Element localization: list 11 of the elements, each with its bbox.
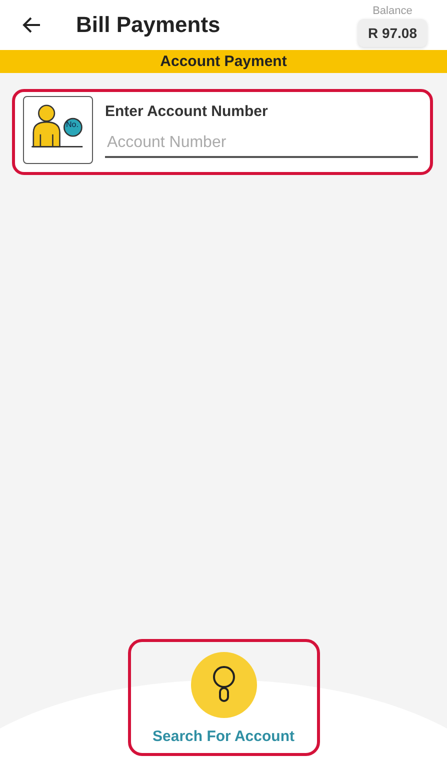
search-account-button[interactable]: Search For Account bbox=[128, 639, 320, 756]
search-icon bbox=[190, 652, 256, 718]
page-title: Bill Payments bbox=[76, 12, 220, 38]
person-icon bbox=[30, 104, 84, 148]
balance-chip: R 97.08 bbox=[358, 19, 427, 47]
field-label: Enter Account Number bbox=[105, 102, 269, 120]
balance-label: Balance bbox=[372, 5, 412, 17]
number-badge bbox=[64, 118, 82, 137]
badge-label: No. bbox=[66, 120, 78, 129]
section-banner: Account Payment bbox=[0, 50, 447, 73]
account-number-field[interactable]: Account Number bbox=[105, 130, 418, 158]
